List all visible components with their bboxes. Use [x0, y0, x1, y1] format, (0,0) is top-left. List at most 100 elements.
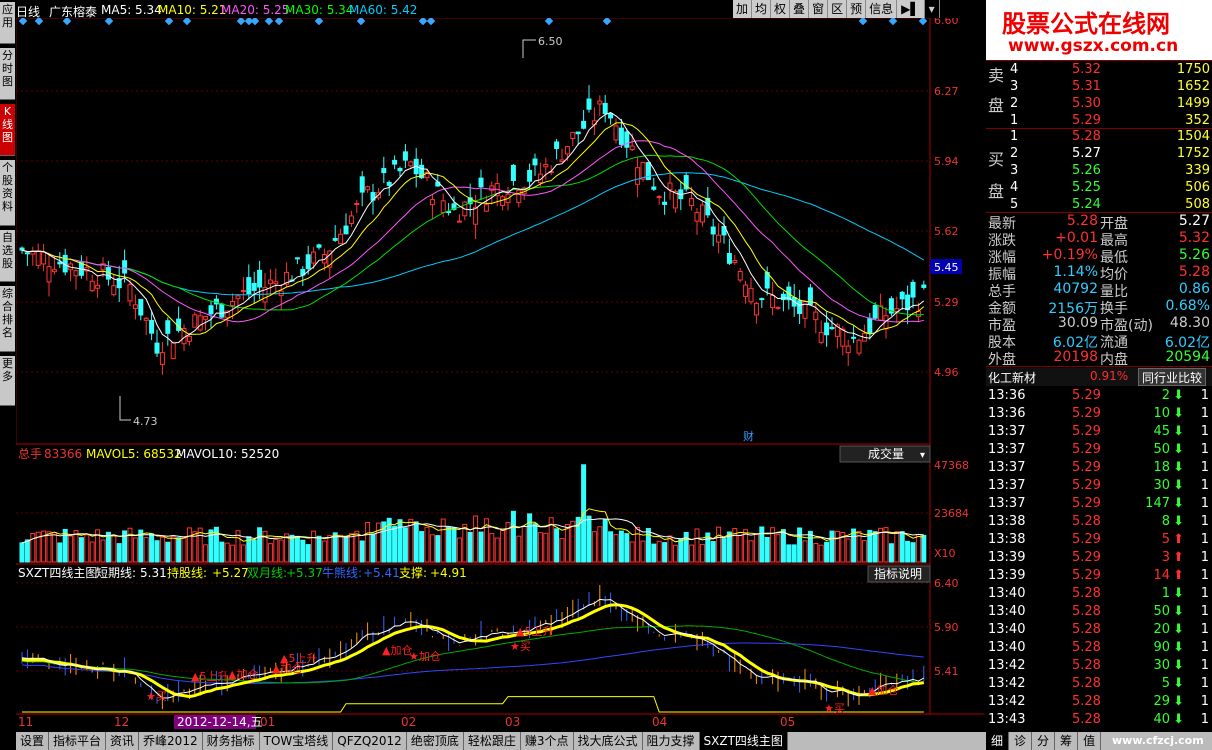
- sell-level-row[interactable]: 4 5.32 1750: [986, 62, 1212, 79]
- info-diamond-icon[interactable]: [544, 18, 554, 26]
- indicator-tab[interactable]: TOW宝塔线: [260, 732, 334, 750]
- candle-body: [294, 257, 300, 260]
- info-diamond-icon[interactable]: [264, 18, 274, 26]
- info-diamond-icon[interactable]: [858, 18, 868, 26]
- volume-bar: [165, 541, 171, 563]
- info-diamond-icon[interactable]: [274, 18, 284, 26]
- left-tab-ranking[interactable]: 综合排名: [0, 286, 15, 352]
- order-volume: 506: [1185, 180, 1210, 195]
- info-diamond-icon[interactable]: [104, 18, 114, 26]
- toolbar-collapse-icon[interactable]: ▶▌: [897, 0, 925, 18]
- candle-body: [662, 201, 668, 205]
- toolbar-add-button[interactable]: 加: [733, 0, 753, 18]
- price-tick-label: 5.94: [934, 155, 959, 168]
- right-tab[interactable]: 分: [1032, 732, 1056, 750]
- cursor-date: 2012-12-14,五: [177, 715, 263, 729]
- right-tab[interactable]: 诊: [1009, 732, 1033, 750]
- info-diamond-icon[interactable]: [356, 18, 366, 26]
- volume-total-label: 总手: [18, 447, 42, 461]
- toolbar-dropdown-icon[interactable]: ▾: [924, 0, 940, 18]
- signal-marker: ▲加仓: [382, 643, 412, 657]
- toolbar-window-button[interactable]: 窗: [809, 0, 829, 18]
- left-tab-intraday[interactable]: 分时图: [0, 48, 15, 100]
- right-tab[interactable]: 值: [1078, 732, 1102, 750]
- industry-compare-button[interactable]: 同行业比较: [1138, 368, 1207, 386]
- stat-value: +0.19%: [1041, 247, 1098, 263]
- candle-body: [878, 305, 884, 321]
- indicator-tab[interactable]: 找大底公式: [574, 732, 643, 750]
- candle-body: [359, 176, 365, 193]
- indicator-tab[interactable]: 绝密顶底: [407, 732, 464, 750]
- toolbar-rights-button[interactable]: 权: [771, 0, 791, 18]
- info-diamond-icon[interactable]: [918, 18, 928, 26]
- trade-tick-row: 13:42 5.28 29 ⬇ 1: [986, 693, 1212, 711]
- right-tab[interactable]: 筹: [1055, 732, 1079, 750]
- info-diamond-icon[interactable]: [164, 18, 174, 26]
- buy-level-row[interactable]: 4 5.25 506: [986, 180, 1212, 197]
- info-diamond-icon[interactable]: [34, 18, 44, 26]
- arrow-down-icon: ⬇: [1173, 424, 1184, 439]
- tick-price: 5.29: [1072, 442, 1101, 457]
- indicator-tab[interactable]: 阻力支撑: [643, 732, 700, 750]
- tick-price: 5.28: [1072, 514, 1101, 529]
- buy-level-row[interactable]: 1 5.28 1504: [986, 129, 1212, 146]
- volume-bar: [894, 531, 900, 563]
- chart-area[interactable]: 6.60 6.27 5.94 5.62 5.29 4.96 5.45 6.50 …: [16, 18, 986, 732]
- trade-tick-row: 13:37 5.29 147 ⬇ 1: [986, 495, 1212, 513]
- candle-body: [694, 212, 700, 222]
- indicator-tab[interactable]: 乔峰2012: [139, 732, 203, 750]
- stat-value: 0.68%: [1165, 298, 1210, 314]
- left-tab-profile[interactable]: 个股资料: [0, 160, 15, 226]
- info-diamond-icon[interactable]: [426, 18, 436, 26]
- sell-level-row[interactable]: 3 5.31 1652: [986, 79, 1212, 96]
- indicator-help-label: 指标说明: [874, 566, 922, 581]
- indicator-tab[interactable]: 轻松跟庄: [464, 732, 521, 750]
- left-tab-watchlist[interactable]: 自选股: [0, 230, 15, 282]
- indicator-tab[interactable]: 赚3个点: [521, 732, 574, 750]
- info-diamond-icon[interactable]: [182, 18, 192, 26]
- toolbar-forecast-button[interactable]: 预: [847, 0, 867, 18]
- left-tab-apps[interactable]: 应用: [0, 2, 15, 44]
- candle-body: [640, 161, 646, 180]
- left-tab-kline[interactable]: K线图: [0, 104, 15, 156]
- info-diamond-icon[interactable]: [62, 18, 72, 26]
- info-diamond-icon[interactable]: [250, 18, 260, 26]
- finance-marker[interactable]: 财: [743, 429, 754, 443]
- info-diamond-icon[interactable]: [314, 18, 324, 26]
- tick-time: 13:37: [988, 424, 1026, 439]
- stat-row: 涨幅 +0.19% 最低 5.26: [986, 247, 1212, 266]
- info-markers[interactable]: [18, 18, 928, 26]
- indicator-tab[interactable]: SXZT四线主图: [699, 732, 788, 750]
- info-diamond-icon[interactable]: [236, 18, 246, 26]
- bull-bear-line-value: +5.41: [363, 566, 400, 580]
- order-level: 4: [1010, 180, 1019, 195]
- volume-bar: [300, 539, 306, 563]
- info-diamond-icon[interactable]: [602, 18, 612, 26]
- volume-bar: [343, 535, 349, 563]
- toolbar-info-button[interactable]: 信息: [866, 0, 898, 18]
- volume-bar: [748, 540, 754, 563]
- tick-count: 1: [1200, 622, 1209, 637]
- tick-volume: 2: [1161, 388, 1170, 403]
- toolbar-avg-button[interactable]: 均: [752, 0, 772, 18]
- sector-bar[interactable]: 化工新材 0.91% 同行业比较: [986, 368, 1212, 386]
- indicator-tab[interactable]: 财务指标: [203, 732, 260, 750]
- buy-level-row[interactable]: 3 5.26 339: [986, 163, 1212, 180]
- info-diamond-icon[interactable]: [418, 18, 428, 26]
- indicator-tab[interactable]: QFZQ2012: [333, 732, 407, 750]
- indicator-tab[interactable]: 指标平台: [49, 732, 107, 750]
- left-tab-more[interactable]: 更多: [0, 356, 15, 406]
- tick-time: 13:39: [988, 550, 1026, 565]
- toolbar-range-button[interactable]: 区: [828, 0, 848, 18]
- info-diamond-icon[interactable]: [18, 18, 28, 26]
- indicator-tab[interactable]: 资讯: [106, 732, 140, 750]
- toolbar-overlay-button[interactable]: 叠: [790, 0, 810, 18]
- buy-level-row[interactable]: 2 5.27 1752: [986, 146, 1212, 163]
- info-diamond-icon[interactable]: [888, 18, 898, 26]
- trade-tick-row: 13:36 5.29 2 ⬇ 1: [986, 387, 1212, 405]
- sell-level-row[interactable]: 2 5.30 1499: [986, 96, 1212, 113]
- indicator-tab[interactable]: 设置: [16, 732, 50, 750]
- right-tab[interactable]: 细: [986, 732, 1010, 750]
- tick-price: 5.28: [1072, 604, 1101, 619]
- candle-body: [602, 102, 608, 115]
